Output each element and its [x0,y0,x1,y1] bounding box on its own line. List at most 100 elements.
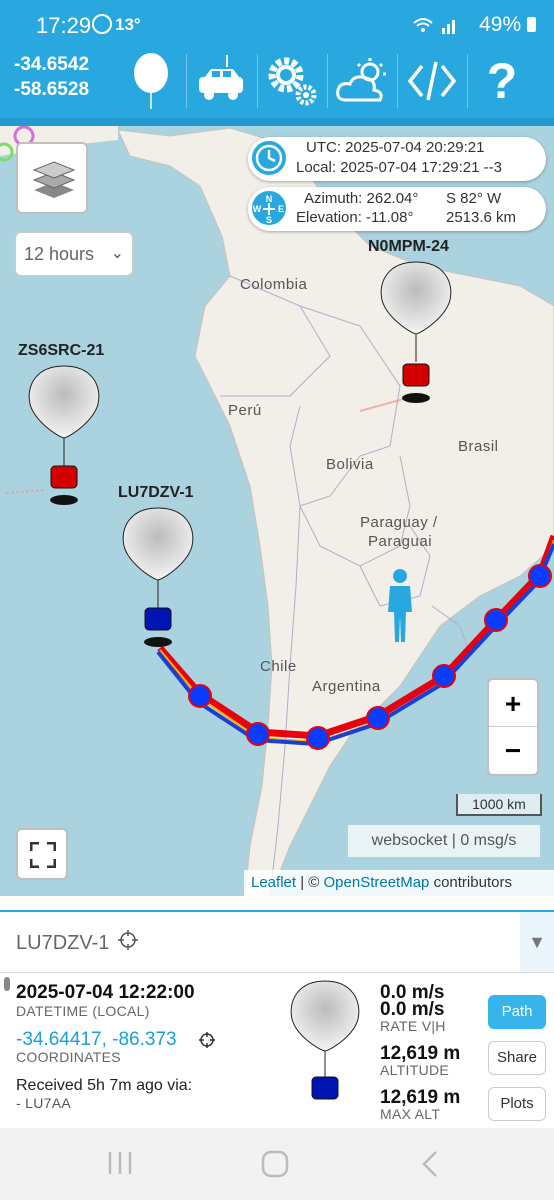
my-longitude: -58.6528 [14,79,90,100]
look-angles-pill: N SW E Azimuth: 262.04° S 82° W Elevation:… [248,187,546,231]
fullscreen-button[interactable] [16,828,68,880]
settings-button[interactable] [257,44,327,118]
place-paraguay: Paraguay / [360,514,438,531]
received-text: Received 5h 7m ago via: [16,1077,193,1094]
time-range-value: 12 hours [24,244,95,264]
share-button[interactable]: Share [488,1041,546,1075]
max-altitude-label: MAX ALT [380,1106,441,1122]
help-button[interactable]: ? [467,44,537,118]
settings-gears-icon [268,57,317,106]
person-location-icon[interactable] [384,568,416,644]
status-bar: 17:29 13° 49% [0,0,554,44]
place-paraguai: Paraguai [368,533,433,550]
received-via: - LU7AA [16,1095,72,1111]
azimuth: Azimuth: 262.04° [304,190,419,207]
zoom-in-button[interactable]: + [489,680,537,727]
place-colombia: Colombia [240,276,308,293]
compass-icon: N SW E [250,189,288,227]
help-icon: ? [486,53,518,109]
scrollbar[interactable] [4,977,10,991]
crosshair-icon[interactable] [118,930,138,950]
track-point[interactable] [306,726,330,750]
track-point[interactable] [528,564,552,588]
place-bolivia: Bolivia [326,456,374,473]
balloon-label-zs6src[interactable]: ZS6SRC-21 [18,342,104,360]
place-chile: Chile [260,658,297,675]
panel-header[interactable]: LU7DZV-1 ▼ [0,910,554,972]
time-range-select[interactable]: 12 hours ⌄ [15,232,133,276]
wifi-icon [413,18,455,34]
svg-text:N: N [266,194,273,204]
balloon-label-lu7dzv[interactable]: LU7DZV-1 [118,484,194,502]
altitude-label: ALTITUDE [380,1062,450,1078]
whatsapp-icon [92,14,112,34]
signal-icon [442,20,455,34]
balloon-label-n0mpm[interactable]: N0MPM-24 [368,238,449,256]
recent-apps-icon[interactable] [106,1150,134,1176]
websocket-status: websocket | 0 msg/s [348,825,540,857]
time-info-pill: UTC: 2025-07-04 20:29:21 Local: 2025-07-… [248,137,546,181]
track-point[interactable] [484,608,508,632]
svg-text:W: W [253,204,262,214]
distance: 2513.6 km [446,209,517,226]
chevron-down-icon: ⌄ [110,245,124,262]
chase-car-button[interactable] [186,44,256,118]
toolbar-shadow [0,118,554,126]
my-latitude: -34.6542 [14,54,90,75]
elevation: Elevation: -11.08° [296,209,414,226]
coordinates-value[interactable]: -34.64417, -86.373 [16,1029,177,1051]
fullscreen-icon [30,842,56,868]
rate-label: RATE V|H [380,1018,446,1034]
track-point[interactable] [188,684,212,708]
bearing-direction: S 82° W [446,190,502,207]
code-button[interactable] [397,44,467,118]
track-point[interactable] [246,722,270,746]
track-point[interactable] [432,664,456,688]
code-icon [407,61,457,101]
scale-bar: 1000 km [456,794,542,816]
panel-top-strip [0,896,554,910]
nav-bar [0,1128,554,1200]
map[interactable]: Colombia Perú Brasil Bolivia Paraguay / … [0,126,554,896]
car-icon [199,55,243,100]
crosshair-icon[interactable] [199,1032,215,1048]
place-brasil: Brasil [458,438,499,455]
layers-button[interactable] [16,142,88,214]
panel-body: 2025-07-04 12:22:00 DATETIME (LOCAL) -34… [0,972,554,1128]
zoom-out-button[interactable]: − [489,727,537,774]
datetime-label: DATETIME (LOCAL) [16,1003,150,1019]
place-peru: Perú [228,402,262,419]
home-icon[interactable] [261,1150,289,1178]
panel-expand-button[interactable]: ▼ [520,912,554,972]
balloon-tool-button[interactable] [116,44,186,118]
osm-link[interactable]: OpenStreetMap [324,874,430,891]
place-argentina: Argentina [312,678,381,695]
coordinates-label: COORDINATES [16,1049,121,1065]
svg-text:E: E [278,204,284,214]
clock-icon [250,139,288,177]
status-temperature: 13° [115,15,141,34]
track-point[interactable] [366,706,390,730]
path-button[interactable]: Path [488,995,546,1029]
local-time: Local: 2025-07-04 17:29:21 --3 [296,159,502,176]
map-attribution: Leaflet | © OpenStreetMap contributors [244,870,554,896]
panel-callsign: LU7DZV-1 [16,932,110,954]
balloon-thumbnail [290,980,360,1100]
weather-button[interactable] [327,44,397,118]
battery-icon [527,17,536,32]
balloon-marker-lu7dzv[interactable] [120,506,196,656]
weather-icon [336,58,386,102]
datetime-value: 2025-07-04 12:22:00 [16,982,195,1003]
layers-icon [32,161,76,198]
balloon-marker-zs6src[interactable] [26,364,102,514]
my-position[interactable]: -34.6542 -58.6528 [14,52,89,102]
balloon-icon [134,53,168,109]
utc-time: UTC: 2025-07-04 20:29:21 [306,139,485,156]
balloon-marker-n0mpm[interactable] [378,260,454,410]
status-time: 17:29 [36,13,92,38]
back-icon[interactable] [420,1150,440,1178]
toolbar: -34.6542 -58.6528 ? [0,44,554,118]
leaflet-link[interactable]: Leaflet [251,874,296,891]
svg-text:S: S [266,215,272,225]
plots-button[interactable]: Plots [488,1087,546,1121]
